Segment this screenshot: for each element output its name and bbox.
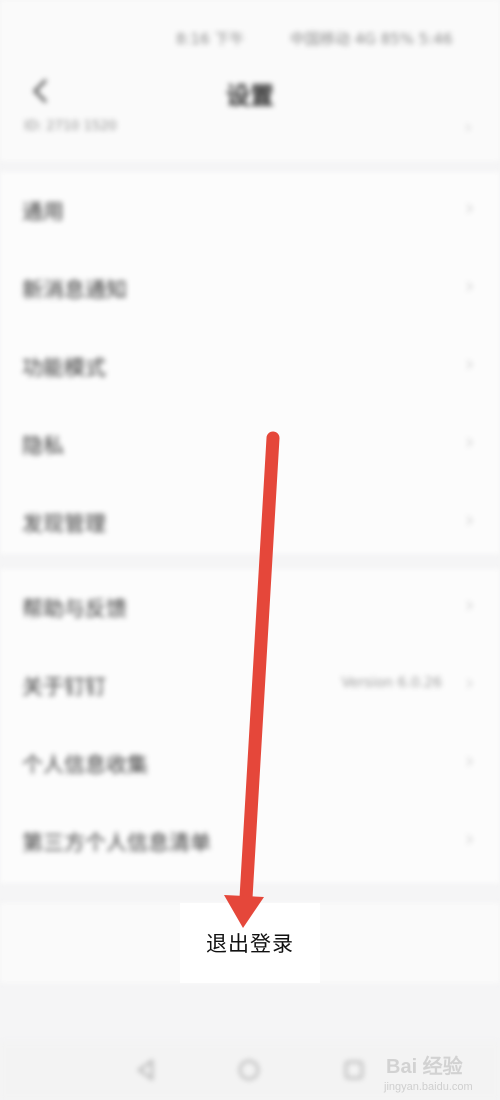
baidu-jingyan-watermark: Bai 经验 jingyan.baidu.com [378, 1044, 500, 1100]
watermark-brand: Bai 经验 [386, 1056, 463, 1078]
annotation-arrow [224, 431, 280, 928]
watermark-url: jingyan.baidu.com [384, 1081, 473, 1093]
